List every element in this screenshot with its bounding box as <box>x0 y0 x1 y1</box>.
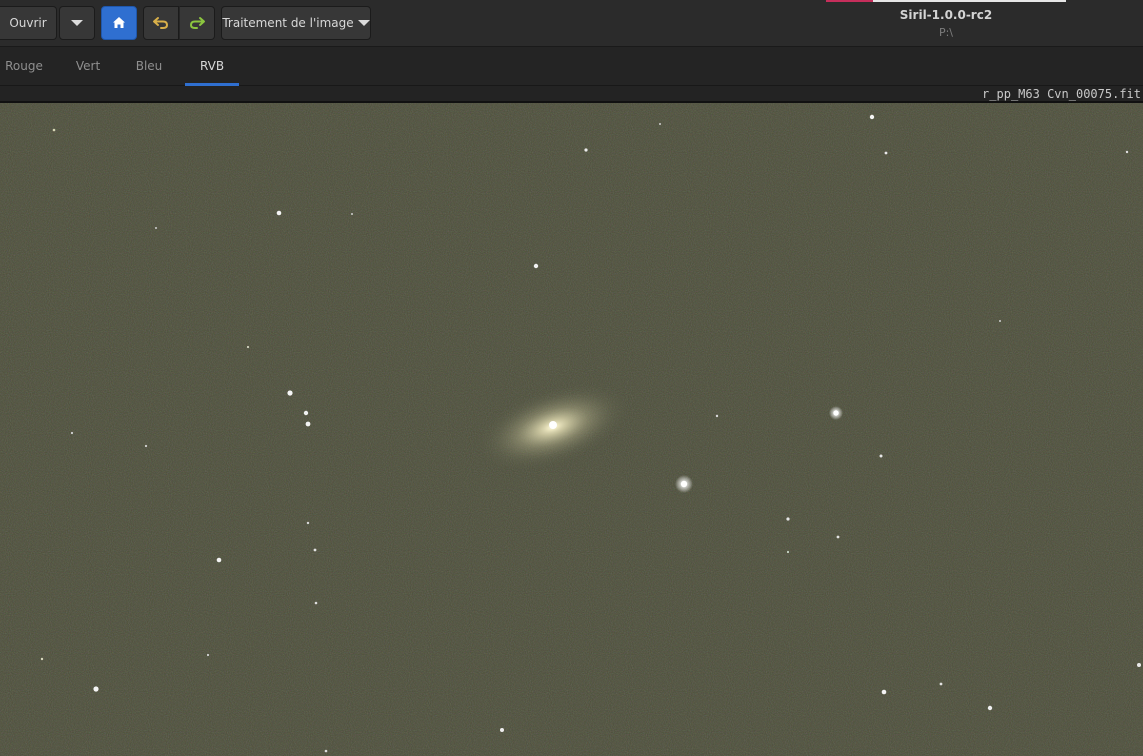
chevron-down-icon <box>71 20 83 26</box>
open-button[interactable]: Ouvrir <box>0 6 57 40</box>
tab-blue-label: Bleu <box>135 59 163 73</box>
header-bar: Ouvrir Traitement de l'image Siril-1.0.0… <box>0 0 1143 47</box>
title-accent-bar-light <box>873 0 1066 2</box>
image-viewport[interactable] <box>0 103 1143 756</box>
tab-rgb[interactable]: RVB <box>185 47 239 86</box>
window-title-block: Siril-1.0.0-rc2 P:\ <box>826 0 1066 47</box>
title-accent-bar <box>826 0 873 2</box>
undo-icon <box>153 17 169 29</box>
undo-button[interactable] <box>143 6 179 40</box>
undo-redo-group <box>143 6 215 40</box>
redo-button[interactable] <box>179 6 215 40</box>
image-processing-menu-button[interactable]: Traitement de l'image <box>221 6 371 40</box>
image-processing-label: Traitement de l'image <box>222 16 354 30</box>
channel-tabs: Rouge Vert Bleu RVB <box>0 47 1143 86</box>
astro-image <box>0 103 1143 756</box>
tab-green-label: Vert <box>75 59 101 73</box>
open-button-label: Ouvrir <box>9 16 47 30</box>
tab-blue[interactable]: Bleu <box>126 47 172 86</box>
home-icon <box>113 17 125 28</box>
app-title: Siril-1.0.0-rc2 <box>899 8 993 22</box>
redo-icon <box>189 17 205 29</box>
siril-window: Ouvrir Traitement de l'image Siril-1.0.0… <box>0 0 1143 756</box>
chevron-down-icon <box>357 20 370 26</box>
working-directory: P:\ <box>938 26 954 39</box>
image-info-bar: r_pp_M63 Cvn_00075.fit <box>0 86 1143 103</box>
home-button[interactable] <box>101 6 137 40</box>
tab-rgb-label: RVB <box>199 59 225 73</box>
open-menu-button[interactable] <box>59 6 95 40</box>
tab-red[interactable]: Rouge <box>0 47 48 86</box>
image-filename: r_pp_M63 Cvn_00075.fit <box>982 87 1141 101</box>
tab-red-label: Rouge <box>5 59 43 73</box>
tab-green[interactable]: Vert <box>66 47 110 86</box>
